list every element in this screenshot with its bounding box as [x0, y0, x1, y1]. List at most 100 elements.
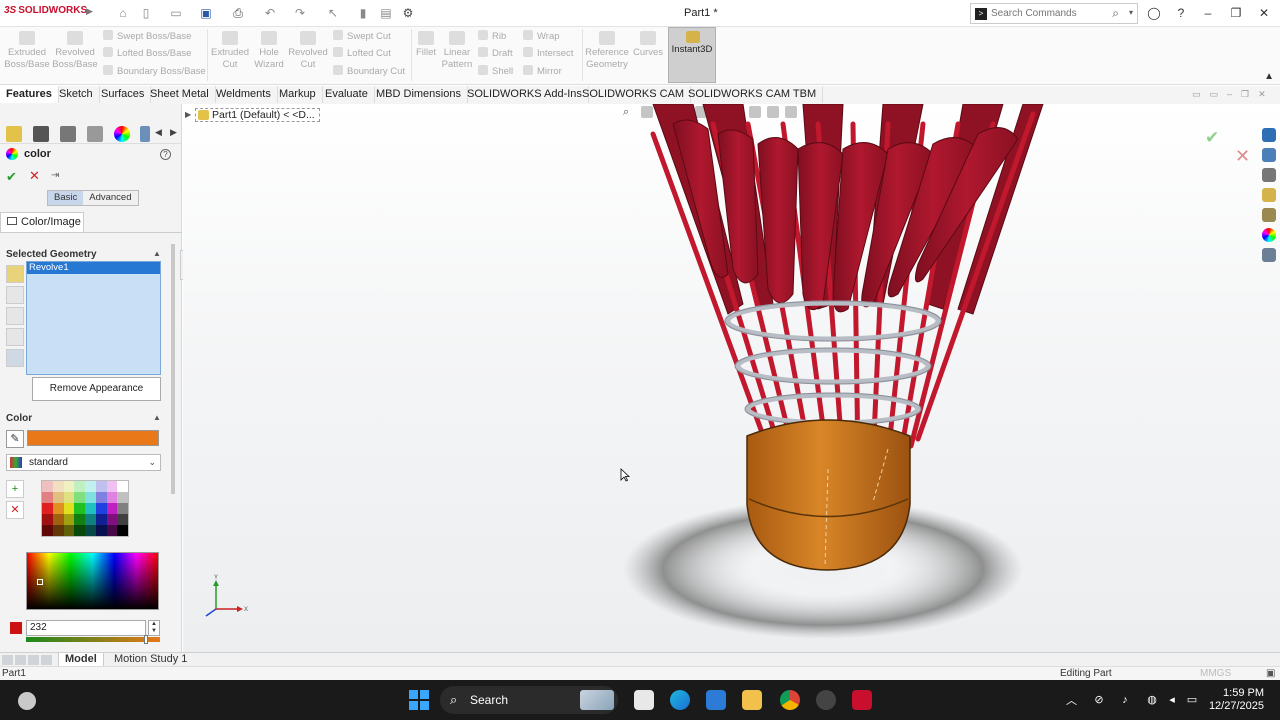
lofted-cut-button[interactable]: Lofted Cut [333, 47, 391, 59]
tab-model[interactable]: Model [58, 653, 104, 666]
shell-button[interactable]: Shell [478, 65, 513, 77]
file-explorer-icon[interactable] [742, 690, 762, 710]
help-icon[interactable]: ? [160, 149, 171, 160]
start-button[interactable] [409, 690, 429, 710]
tab-markup[interactable]: Markup [273, 86, 323, 103]
instant3d-button[interactable]: Instant3D [668, 27, 716, 83]
current-color-swatch[interactable] [27, 430, 159, 446]
color-swatch-cell[interactable] [85, 503, 96, 514]
color-swatch-cell[interactable] [52, 481, 64, 492]
color-swatch-cell[interactable] [63, 514, 75, 525]
color-swatch-cell[interactable] [95, 481, 107, 492]
list-item[interactable]: Revolve1 [27, 262, 160, 274]
next-tab-icon[interactable] [28, 655, 39, 665]
configuration-manager-tab-icon[interactable] [60, 126, 76, 142]
color-swatch-cell[interactable] [117, 503, 128, 514]
fillet-button[interactable]: Fillet [413, 31, 439, 59]
color-swatch-cell[interactable] [42, 514, 53, 525]
remove-appearance-button[interactable]: Remove Appearance [32, 377, 161, 401]
color-swatch-cell[interactable] [117, 525, 128, 536]
solidworks-logo[interactable]: 3S SOLIDWORKS [4, 5, 87, 16]
rib-button[interactable]: Rib [478, 30, 506, 42]
property-manager-tab-icon[interactable] [33, 126, 49, 142]
swatch-grid[interactable] [41, 480, 129, 537]
new-document-icon[interactable]: ▯ [138, 5, 154, 21]
chrome-icon[interactable] [780, 690, 800, 710]
status-options-icon[interactable]: ▣ [1266, 668, 1275, 679]
color-swatch-cell[interactable] [117, 514, 128, 525]
tab-surfaces[interactable]: Surfaces [95, 86, 152, 103]
revolved-boss-button[interactable]: Revolved Boss/Base [52, 31, 98, 71]
restore-button[interactable]: ❐ [1228, 5, 1244, 21]
color-swatch-cell[interactable] [74, 514, 85, 525]
color-swatch-cell[interactable] [74, 492, 85, 503]
panel-scrollbar[interactable] [171, 244, 175, 494]
color-swatch-cell[interactable] [52, 525, 64, 536]
dimxpert-tab-icon[interactable] [87, 126, 103, 142]
collapse-icon[interactable]: ▲ [153, 413, 161, 422]
tab-solidworks-cam-tbm[interactable]: SOLIDWORKS CAM TBM [682, 86, 824, 103]
color-swatch-cell[interactable] [52, 503, 64, 514]
color-swatch-cell[interactable] [63, 503, 75, 514]
units-selector[interactable]: MMGS [1200, 668, 1231, 679]
color-swatch-cell[interactable] [42, 503, 53, 514]
open-folder-icon[interactable]: ▭ [168, 5, 184, 21]
color-swatch-cell[interactable] [106, 481, 118, 492]
search-commands[interactable]: > ⌕ ▾ [970, 3, 1138, 24]
user-account-icon[interactable]: ◯ [1146, 5, 1162, 21]
color-swatch-cell[interactable] [74, 503, 85, 514]
file-explorer-icon[interactable] [1262, 188, 1276, 202]
revolved-cut-button[interactable]: Revolved Cut [288, 31, 328, 71]
hole-wizard-button[interactable]: Hole Wizard [252, 31, 286, 71]
redo-icon[interactable]: ↷ [292, 5, 308, 21]
select-feature-icon[interactable] [6, 307, 24, 325]
store-icon[interactable] [706, 690, 726, 710]
file-properties-icon[interactable]: ▤ [378, 5, 394, 21]
tab-weldments[interactable]: Weldments [210, 86, 278, 103]
graphics-area[interactable]: ▶ Part1 (Default) < <D... ⌕ ✔ ✕ Y X [183, 104, 1280, 652]
appearances-icon[interactable] [1262, 228, 1276, 242]
home-icon[interactable] [1262, 148, 1276, 162]
solidworks-taskbar-icon[interactable] [852, 690, 872, 710]
extruded-cut-button[interactable]: Extruded Cut [210, 31, 250, 71]
tab-solidworks-cam[interactable]: SOLIDWORKS CAM [576, 86, 692, 103]
design-library-icon[interactable] [1262, 168, 1276, 182]
volume-icon[interactable]: ◂ [1165, 693, 1179, 707]
basic-mode-button[interactable]: Basic [48, 191, 84, 205]
minimize-viewport-icon[interactable]: – [1227, 89, 1232, 100]
collapse-icon[interactable]: ▲ [153, 249, 161, 258]
color-swatch-cell[interactable] [106, 514, 118, 525]
add-swatch-icon[interactable]: + [6, 480, 24, 498]
curves-button[interactable]: Curves [632, 31, 664, 59]
cam-tab-icon[interactable] [140, 126, 150, 142]
wrap-button[interactable]: Wrap [523, 30, 560, 42]
color-swatch-cell[interactable] [42, 481, 53, 492]
prev-tab-icon[interactable] [15, 655, 26, 665]
chevron-right-icon[interactable]: ▶ [170, 127, 177, 138]
intersect-button[interactable]: Intersect [523, 47, 573, 59]
cam-app-icon[interactable] [816, 690, 836, 710]
select-body-icon[interactable] [6, 286, 24, 304]
color-swatch-cell[interactable] [85, 525, 96, 536]
pin-icon[interactable]: ⇥ [51, 170, 59, 181]
system-clock[interactable]: 1:59 PM 12/27/2025 [1208, 687, 1264, 713]
color-swatch-cell[interactable] [74, 481, 85, 492]
undo-icon[interactable]: ↶ [262, 5, 278, 21]
tab-mbd-dimensions[interactable]: MBD Dimensions [370, 86, 468, 103]
swept-cut-button[interactable]: Swept Cut [333, 30, 391, 42]
extruded-boss-button[interactable]: Extruded Boss/Base [4, 31, 50, 71]
color-swatch-cell[interactable] [63, 481, 75, 492]
color-swatch-cell[interactable] [95, 492, 107, 503]
search-input[interactable] [991, 6, 1111, 21]
tab-sheet-metal[interactable]: Sheet Metal [144, 86, 216, 103]
color-swatch-cell[interactable] [85, 492, 96, 503]
color-swatch-cell[interactable] [52, 492, 64, 503]
tile-icon[interactable]: ▭ [1192, 89, 1201, 100]
select-part-icon[interactable] [6, 265, 24, 283]
task-view-icon[interactable] [634, 690, 654, 710]
slider-thumb[interactable] [144, 635, 148, 644]
lofted-boss-button[interactable]: Lofted Boss/Base [103, 47, 191, 59]
cascade-icon[interactable]: ▭ [1210, 89, 1219, 100]
cancel-button[interactable]: ✕ [29, 168, 40, 184]
close-button[interactable]: ✕ [1256, 5, 1272, 21]
